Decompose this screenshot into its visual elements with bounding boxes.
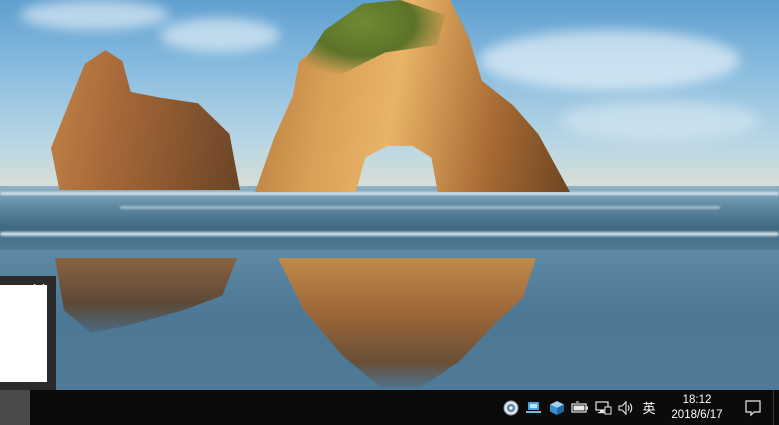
network-icon[interactable] <box>591 390 614 425</box>
wallpaper-foam <box>0 192 779 195</box>
wallpaper-cloud <box>480 30 740 90</box>
popup-window: ✕ <box>0 276 56 390</box>
clock-date: 2018/6/17 <box>671 408 723 421</box>
battery-icon[interactable] <box>568 390 591 425</box>
ime-indicator[interactable]: 英 <box>637 390 661 425</box>
cube-app-icon[interactable] <box>545 390 568 425</box>
taskbar-clock[interactable]: 18:12 2018/6/17 <box>661 390 733 425</box>
action-center-icon[interactable] <box>733 390 773 425</box>
wallpaper-cloud <box>20 0 170 30</box>
wallpaper-foam <box>0 232 779 236</box>
wallpaper-cloud <box>560 100 760 140</box>
show-desktop-button[interactable] <box>773 390 779 425</box>
network-share-icon[interactable] <box>522 390 545 425</box>
wallpaper-foam <box>120 206 720 209</box>
close-icon[interactable]: ✕ <box>28 279 50 303</box>
clock-time: 18:12 <box>682 393 712 406</box>
system-tray: 英 18:12 2018/6/17 <box>499 390 779 425</box>
volume-icon[interactable] <box>614 390 637 425</box>
wallpaper-sea <box>0 186 779 256</box>
taskbar-left-edge <box>0 390 30 425</box>
taskbar: 英 18:12 2018/6/17 <box>30 390 779 425</box>
wallpaper-cloud <box>160 18 280 52</box>
desktop-wallpaper <box>0 0 779 390</box>
circle-app-icon[interactable] <box>499 390 522 425</box>
